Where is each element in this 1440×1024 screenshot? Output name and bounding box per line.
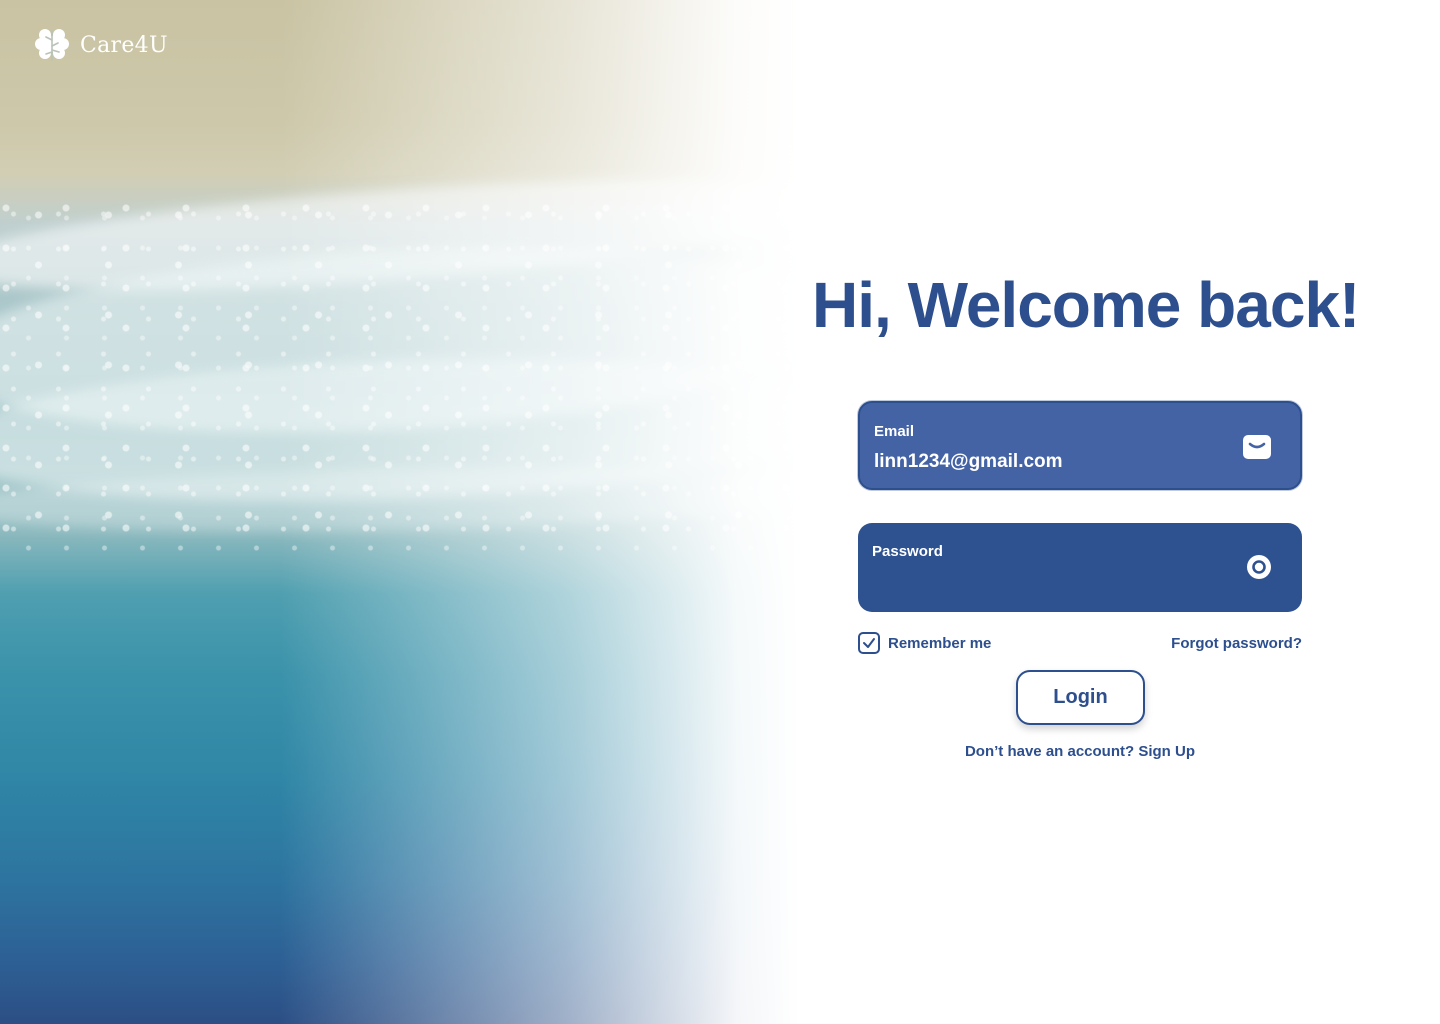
check-icon [863,638,875,648]
brand-logo[interactable]: Care4U [34,26,168,64]
page-title: Hi, Welcome back! [812,269,1360,341]
brain-icon [34,26,70,64]
eye-icon[interactable] [1244,554,1274,580]
mail-icon [1242,434,1272,460]
email-input[interactable] [874,451,1214,473]
remember-me-label: Remember me [888,634,992,652]
forgot-password-link[interactable]: Forgot password? [1171,635,1302,652]
signup-prompt: Don’t have an account? Sign Up [858,743,1302,760]
brand-name: Care4U [80,32,168,58]
password-label: Password [872,543,943,560]
password-field[interactable]: Password [858,523,1302,612]
login-button[interactable]: Login [1016,670,1145,725]
checkbox-box[interactable] [858,632,880,654]
password-input[interactable] [872,571,1212,593]
remember-me-checkbox[interactable]: Remember me [858,632,991,654]
hero-beach-image [0,0,800,1024]
signup-link[interactable]: Sign Up [1138,743,1195,760]
signup-prompt-text: Don’t have an account? [964,743,1135,760]
email-field[interactable]: Email [858,401,1302,490]
login-options: Remember me Forgot password? [858,630,1302,656]
email-label: Email [874,423,915,440]
login-page: Care4U Hi, Welcome back! Email Password [0,0,1440,1024]
hero-fade-overlay [280,0,800,1024]
